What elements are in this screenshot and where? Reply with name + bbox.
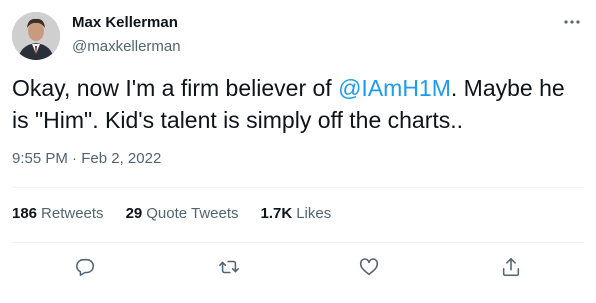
author-name[interactable]: Max Kellerman — [72, 14, 178, 31]
quote-tweets-count: 29 — [125, 205, 143, 222]
share-icon[interactable] — [498, 254, 524, 280]
divider-bottom — [12, 242, 584, 243]
avatar[interactable] — [12, 12, 60, 60]
timestamp-separator: · — [72, 150, 78, 167]
retweets-label: Retweets — [41, 205, 104, 222]
tweet-date: Feb 2, 2022 — [81, 150, 162, 167]
tweet-timestamp[interactable]: 9:55 PM · Feb 2, 2022 — [12, 150, 161, 167]
engagement-stats: 186 Retweets 29 Quote Tweets 1.7K Likes — [12, 205, 331, 222]
retweets-count: 186 — [12, 205, 38, 222]
tweet-text-before: Okay, now I'm a firm believer of — [12, 75, 339, 101]
author-handle[interactable]: @maxkellerman — [72, 38, 181, 55]
like-icon[interactable] — [356, 254, 382, 280]
action-bar — [0, 252, 596, 282]
retweet-icon[interactable] — [216, 254, 242, 280]
retweets-stat[interactable]: 186 Retweets — [12, 205, 104, 222]
quote-tweets-label: Quote Tweets — [146, 205, 239, 222]
reply-icon[interactable] — [72, 254, 98, 280]
tweet-time: 9:55 PM — [12, 150, 68, 167]
likes-stat[interactable]: 1.7K Likes — [261, 205, 332, 222]
likes-label: Likes — [296, 205, 332, 222]
mention-link[interactable]: @IAmH1M — [338, 75, 451, 101]
divider-top — [12, 187, 584, 188]
likes-count: 1.7K — [260, 205, 293, 222]
avatar-image — [12, 12, 60, 60]
more-icon[interactable] — [560, 14, 584, 30]
tweet-text: Okay, now I'm a firm believer of @IAmH1M… — [12, 72, 582, 136]
quote-tweets-stat[interactable]: 29 Quote Tweets — [126, 205, 239, 222]
